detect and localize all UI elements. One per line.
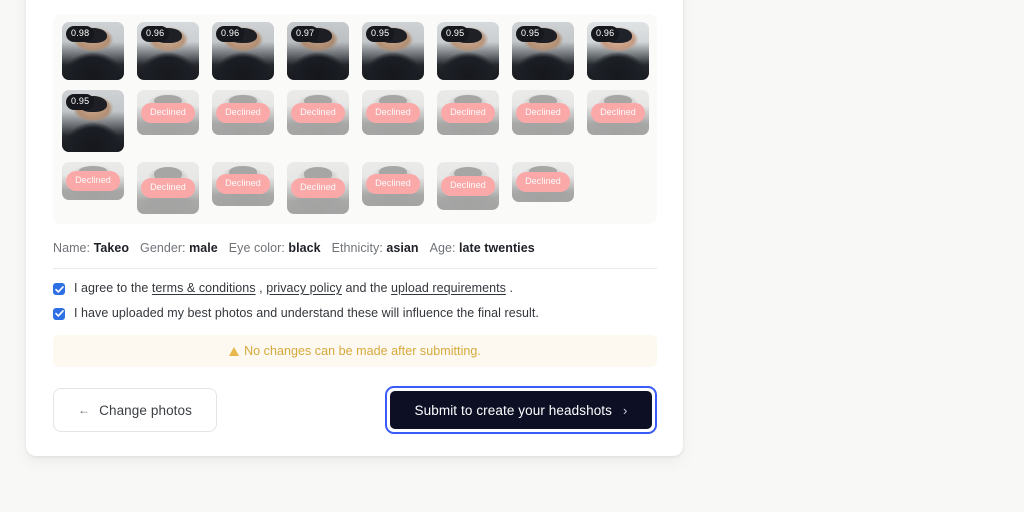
declined-badge: Declined: [516, 172, 570, 192]
photo-tile-accepted[interactable]: 0.95: [512, 22, 574, 80]
warning-text: No changes can be made after submitting.: [244, 344, 481, 359]
attribute-label: Eye color:: [228, 241, 289, 255]
attribute-value: late twenties: [459, 241, 535, 255]
photo-tile-accepted[interactable]: 0.98: [62, 22, 124, 80]
declined-badge: Declined: [141, 178, 195, 198]
photo-tile-declined[interactable]: Declined: [212, 90, 274, 135]
terms-prefix: I agree to the: [74, 281, 152, 295]
quality-label: I have uploaded my best photos and under…: [74, 305, 539, 320]
confidence-score-badge: 0.98: [66, 26, 95, 42]
attribute-label: Name:: [53, 241, 94, 255]
confidence-score-badge: 0.95: [441, 26, 470, 42]
terms-separator: ,: [255, 281, 267, 295]
consent-row-quality[interactable]: I have uploaded my best photos and under…: [53, 306, 657, 322]
change-photos-label: Change photos: [99, 402, 192, 418]
declined-badge: Declined: [291, 102, 345, 123]
photo-tile-accepted[interactable]: 0.95: [437, 22, 499, 80]
photo-tile-declined[interactable]: Declined: [137, 162, 199, 214]
no-changes-warning: No changes can be made after submitting.: [53, 335, 657, 368]
photo-grid-row: 0.98 0.96 0.96 0.97 0.95 0.95 0.95 0.96: [58, 22, 652, 80]
terms-label: I agree to the terms & conditions , priv…: [74, 281, 513, 297]
photo-tile-declined[interactable]: Declined: [587, 90, 649, 135]
warning-triangle-icon: [229, 347, 240, 357]
photo-tile-declined[interactable]: Declined: [62, 162, 124, 200]
submission-card: 0.98 0.96 0.96 0.97 0.95 0.95 0.95 0.96 0.95 Decl…: [26, 0, 683, 456]
attribute-item: Name: Takeo: [53, 241, 129, 255]
declined-badge: Declined: [216, 174, 270, 194]
submit-label: Submit to create your headshots: [414, 402, 613, 418]
confidence-score-badge: 0.95: [66, 94, 95, 110]
declined-badge: Declined: [366, 102, 420, 123]
attribute-label: Gender:: [140, 241, 190, 255]
arrow-left-icon: ←: [78, 403, 91, 418]
attribute-label: Ethnicity:: [331, 241, 387, 255]
terms-mid: and the: [341, 281, 392, 295]
declined-badge: Declined: [141, 102, 195, 123]
confidence-score-badge: 0.96: [216, 26, 245, 42]
attribute-label: Age:: [429, 241, 460, 255]
confidence-score-badge: 0.95: [516, 26, 545, 42]
confidence-score-badge: 0.95: [366, 26, 395, 42]
section-divider: [53, 268, 657, 269]
photo-tile-accepted[interactable]: 0.96: [212, 22, 274, 80]
attribute-item: Gender: male: [140, 241, 218, 255]
checkmark-icon: [54, 310, 64, 317]
submit-button[interactable]: Submit to create your headshots ›: [390, 391, 652, 430]
confidence-score-badge: 0.97: [291, 26, 320, 42]
photo-tile-declined[interactable]: Declined: [512, 90, 574, 135]
photo-tile-accepted[interactable]: 0.96: [587, 22, 649, 80]
confidence-score-badge: 0.96: [591, 26, 620, 42]
declined-badge: Declined: [366, 174, 420, 194]
terms-conditions-link[interactable]: terms & conditions: [152, 281, 256, 295]
photo-tile-accepted[interactable]: 0.95: [62, 90, 124, 152]
consent-row-terms[interactable]: I agree to the terms & conditions , priv…: [53, 281, 657, 297]
privacy-policy-link[interactable]: privacy policy: [266, 281, 342, 295]
quality-checkbox[interactable]: [53, 307, 65, 320]
terms-checkbox[interactable]: [53, 283, 65, 295]
attribute-value: black: [288, 241, 321, 255]
photo-tile-accepted[interactable]: 0.97: [287, 22, 349, 80]
attribute-value: asian: [386, 241, 419, 255]
photo-tile-declined[interactable]: Declined: [437, 162, 499, 210]
attribute-value: male: [189, 241, 218, 255]
declined-badge: Declined: [591, 102, 645, 123]
photo-tile-declined[interactable]: Declined: [287, 90, 349, 135]
submit-button-focus-ring: Submit to create your headshots ›: [385, 386, 657, 435]
photo-tile-declined[interactable]: Declined: [137, 90, 199, 135]
photo-grid-panel: 0.98 0.96 0.96 0.97 0.95 0.95 0.95 0.96 0.95 Decl…: [53, 14, 657, 224]
chevron-right-icon: ›: [623, 402, 628, 418]
photo-tile-declined[interactable]: Declined: [287, 162, 349, 214]
declined-badge: Declined: [441, 102, 495, 123]
checkmark-icon: [54, 285, 64, 293]
photo-tile-declined[interactable]: Declined: [512, 162, 574, 202]
declined-badge: Declined: [516, 102, 570, 123]
confidence-score-badge: 0.96: [141, 26, 170, 42]
declined-badge: Declined: [291, 178, 345, 198]
attribute-item: Age: late twenties: [430, 241, 535, 255]
photo-tile-declined[interactable]: Declined: [212, 162, 274, 206]
attribute-value: Takeo: [93, 241, 130, 255]
attribute-item: Ethnicity: asian: [332, 241, 419, 255]
photo-tile-declined[interactable]: Declined: [362, 162, 424, 206]
photo-tile-accepted[interactable]: 0.95: [362, 22, 424, 80]
photo-tile-accepted[interactable]: 0.96: [137, 22, 199, 80]
photo-grid-row: Declined Declined Declined Declined Declined…: [58, 162, 652, 214]
change-photos-button[interactable]: ← Change photos: [53, 388, 217, 433]
card-content: 0.98 0.96 0.96 0.97 0.95 0.95 0.95 0.96 0.95 Decl…: [53, 14, 657, 435]
attributes-summary: Name: Takeo Gender: male Eye color: black E…: [53, 241, 657, 255]
photo-tile-declined[interactable]: Declined: [362, 90, 424, 135]
upload-requirements-link[interactable]: upload requirements: [391, 281, 506, 295]
declined-badge: Declined: [66, 171, 120, 191]
photo-tile-declined[interactable]: Declined: [437, 90, 499, 135]
terms-suffix: .: [505, 281, 514, 295]
declined-badge: Declined: [441, 176, 495, 196]
attribute-item: Eye color: black: [229, 241, 321, 255]
declined-badge: Declined: [216, 102, 270, 123]
photo-grid-row: 0.95 Declined Declined Declined Declined Decl…: [58, 90, 652, 152]
action-bar: ← Change photos Submit to create your he…: [53, 386, 657, 435]
consent-checkbox-list: I agree to the terms & conditions , priv…: [53, 281, 657, 321]
